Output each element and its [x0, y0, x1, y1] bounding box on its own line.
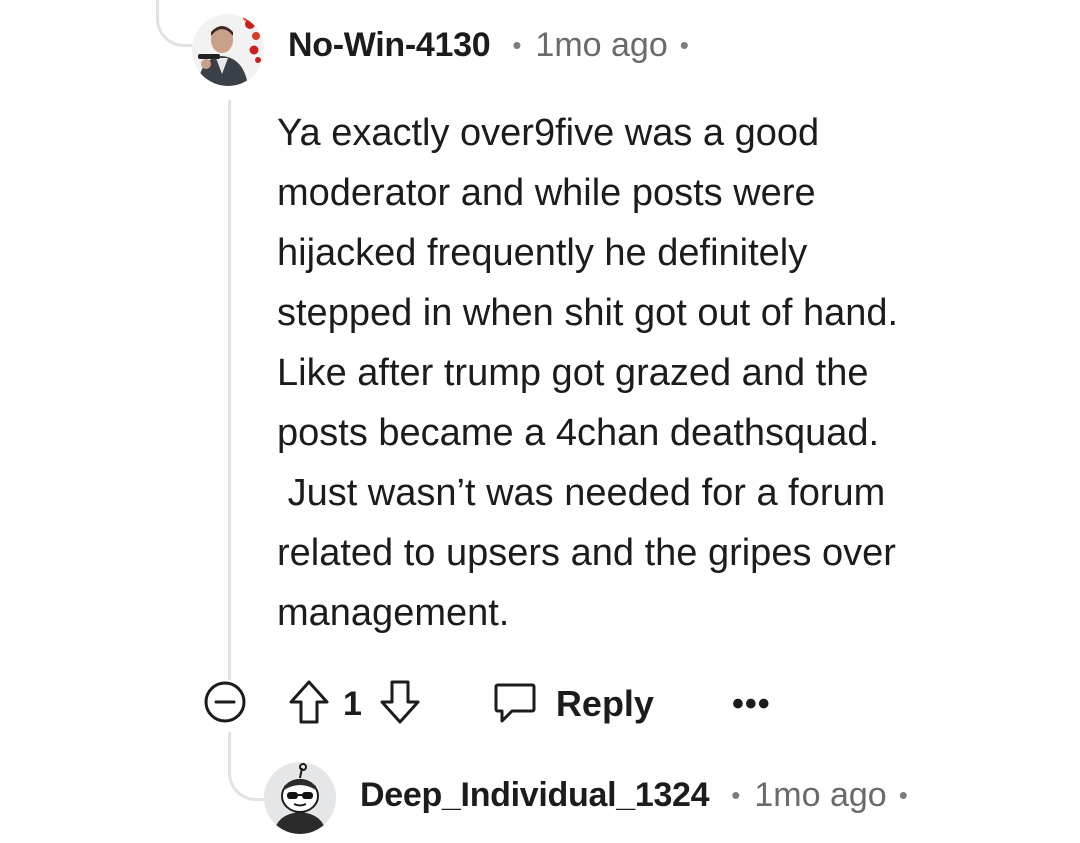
collapse-minus-icon: [203, 680, 247, 729]
upvote-arrow-icon: [287, 678, 331, 731]
meta-separator: •: [512, 30, 522, 60]
username[interactable]: No-Win-4130: [288, 26, 491, 65]
child-meta-separator: •: [731, 780, 741, 810]
vote-count: 1: [343, 684, 362, 723]
thread-connector-child: [228, 732, 269, 801]
avatar[interactable]: [192, 14, 264, 86]
more-options-button[interactable]: •••: [732, 687, 771, 721]
child-comment-header: Deep_Individual_1324 • 1mo ago •: [360, 776, 908, 815]
timestamp[interactable]: 1mo ago: [535, 26, 667, 65]
child-avatar[interactable]: [264, 762, 336, 834]
child-timestamp[interactable]: 1mo ago: [754, 776, 886, 815]
thread-line[interactable]: [228, 100, 231, 680]
downvote-button[interactable]: [378, 680, 422, 728]
reply-label: Reply: [555, 683, 654, 724]
speech-bubble-icon: [492, 679, 538, 730]
child-meta-separator-trailing: •: [898, 780, 908, 810]
comment-thread: No-Win-4130 • 1mo ago • Ya exactly over9…: [0, 0, 1080, 843]
comment-body: Ya exactly over9five was a good moderato…: [277, 112, 899, 634]
upvote-button[interactable]: [287, 680, 331, 728]
reply-button[interactable]: Reply: [492, 679, 654, 730]
meta-separator-trailing: •: [679, 30, 689, 60]
child-username[interactable]: Deep_Individual_1324: [360, 776, 710, 815]
comment-action-bar: 1 Reply •••: [203, 680, 771, 728]
collapse-button[interactable]: [203, 680, 247, 729]
comment-header: No-Win-4130 • 1mo ago •: [288, 26, 689, 65]
downvote-arrow-icon: [378, 678, 422, 731]
